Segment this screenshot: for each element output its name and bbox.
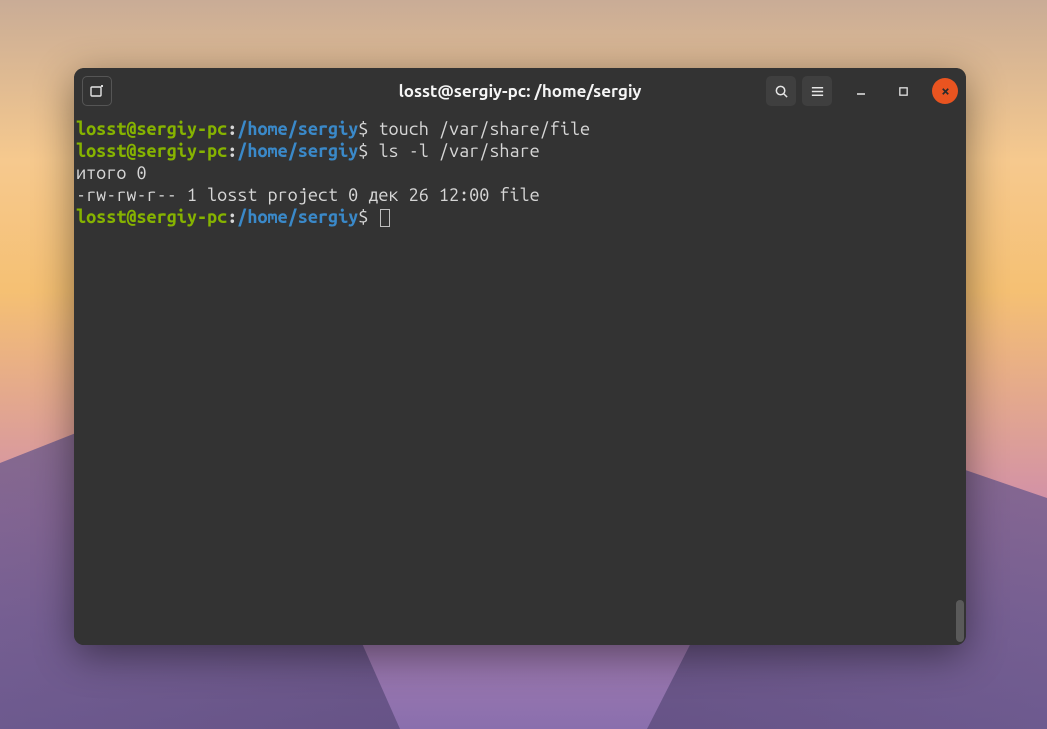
prompt-path: /home/sergiy <box>237 119 358 139</box>
prompt-user: losst@sergiy-pc <box>76 207 227 227</box>
terminal-line-2: losst@sergiy-pc:/home/sergiy$ ls -l /var… <box>76 140 964 162</box>
minimize-button[interactable] <box>848 78 874 104</box>
prompt-colon: : <box>227 119 237 139</box>
titlebar[interactable]: losst@sergiy-pc: /home/sergiy <box>74 68 966 114</box>
hamburger-icon <box>810 84 825 99</box>
search-icon <box>774 84 789 99</box>
terminal-line-5: losst@sergiy-pc:/home/sergiy$ <box>76 206 964 228</box>
terminal-line-4: -rw-rw-r-- 1 losst project 0 дек 26 12:0… <box>76 184 964 206</box>
prompt-path: /home/sergiy <box>237 141 358 161</box>
prompt-path: /home/sergiy <box>237 207 358 227</box>
prompt-colon: : <box>227 207 237 227</box>
prompt-user: losst@sergiy-pc <box>76 141 227 161</box>
output-text: -rw-rw-r-- 1 losst project 0 дек 26 12:0… <box>76 185 540 205</box>
menu-button[interactable] <box>802 76 832 106</box>
terminal-window: losst@sergiy-pc: /home/sergiy <box>74 68 966 645</box>
maximize-button[interactable] <box>890 78 916 104</box>
cursor <box>380 209 390 227</box>
prompt-symbol: $ <box>358 207 368 227</box>
command-text: ls -l /var/share <box>378 141 539 161</box>
prompt-symbol: $ <box>358 119 368 139</box>
terminal-line-1: losst@sergiy-pc:/home/sergiy$ touch /var… <box>76 118 964 140</box>
terminal-body[interactable]: losst@sergiy-pc:/home/sergiy$ touch /var… <box>74 114 966 645</box>
maximize-icon <box>898 86 909 97</box>
prompt-symbol: $ <box>358 141 368 161</box>
command-text: touch /var/share/file <box>378 119 590 139</box>
output-text: итого 0 <box>76 163 147 183</box>
prompt-user: losst@sergiy-pc <box>76 119 227 139</box>
minimize-icon <box>855 85 867 97</box>
search-button[interactable] <box>766 76 796 106</box>
prompt-colon: : <box>227 141 237 161</box>
close-icon <box>940 86 951 97</box>
close-button[interactable] <box>932 78 958 104</box>
new-tab-icon <box>89 83 105 99</box>
terminal-line-3: итого 0 <box>76 162 964 184</box>
new-tab-button[interactable] <box>82 76 112 106</box>
scrollbar-thumb[interactable] <box>956 600 964 642</box>
